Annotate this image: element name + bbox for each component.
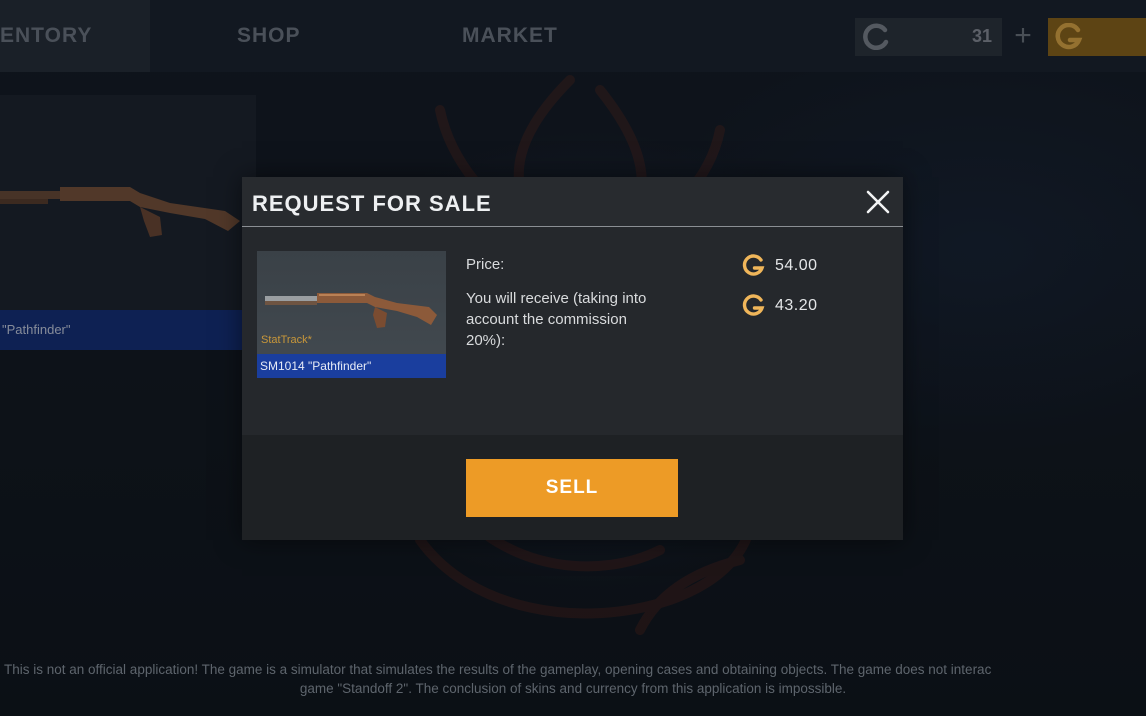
- price-amount: 54.00: [742, 254, 818, 278]
- dialog-footer: SELL: [242, 435, 903, 540]
- item-preview-card: StatTrack* SM1014 "Pathfinder": [257, 251, 446, 378]
- gold-coin-icon: [742, 254, 765, 276]
- dialog-header: REQUEST FOR SALE: [242, 177, 903, 227]
- shotgun-image: [265, 293, 437, 328]
- sale-request-dialog: REQUEST FOR SALE StatTrack* SM1014 "Path…: [242, 177, 903, 540]
- receive-value: 43.20: [775, 297, 818, 314]
- disclaimer-text: This is not an official application! The…: [0, 660, 1146, 698]
- close-icon[interactable]: [865, 189, 891, 215]
- disclaimer-line-1: This is not an official application! The…: [4, 662, 992, 677]
- gold-coin-icon: [742, 294, 765, 316]
- price-value: 54.00: [775, 257, 818, 274]
- receive-label: You will receive (taking into account th…: [466, 290, 647, 349]
- sell-button[interactable]: SELL: [466, 459, 678, 517]
- stattrack-label: StatTrack*: [261, 334, 312, 346]
- dialog-title: REQUEST FOR SALE: [252, 191, 492, 216]
- disclaimer-line-2: game "Standoff 2". The conclusion of ski…: [299, 681, 847, 696]
- receive-amount: 43.20: [742, 294, 818, 318]
- price-label: Price:: [466, 256, 505, 273]
- item-name: SM1014 "Pathfinder": [257, 354, 446, 378]
